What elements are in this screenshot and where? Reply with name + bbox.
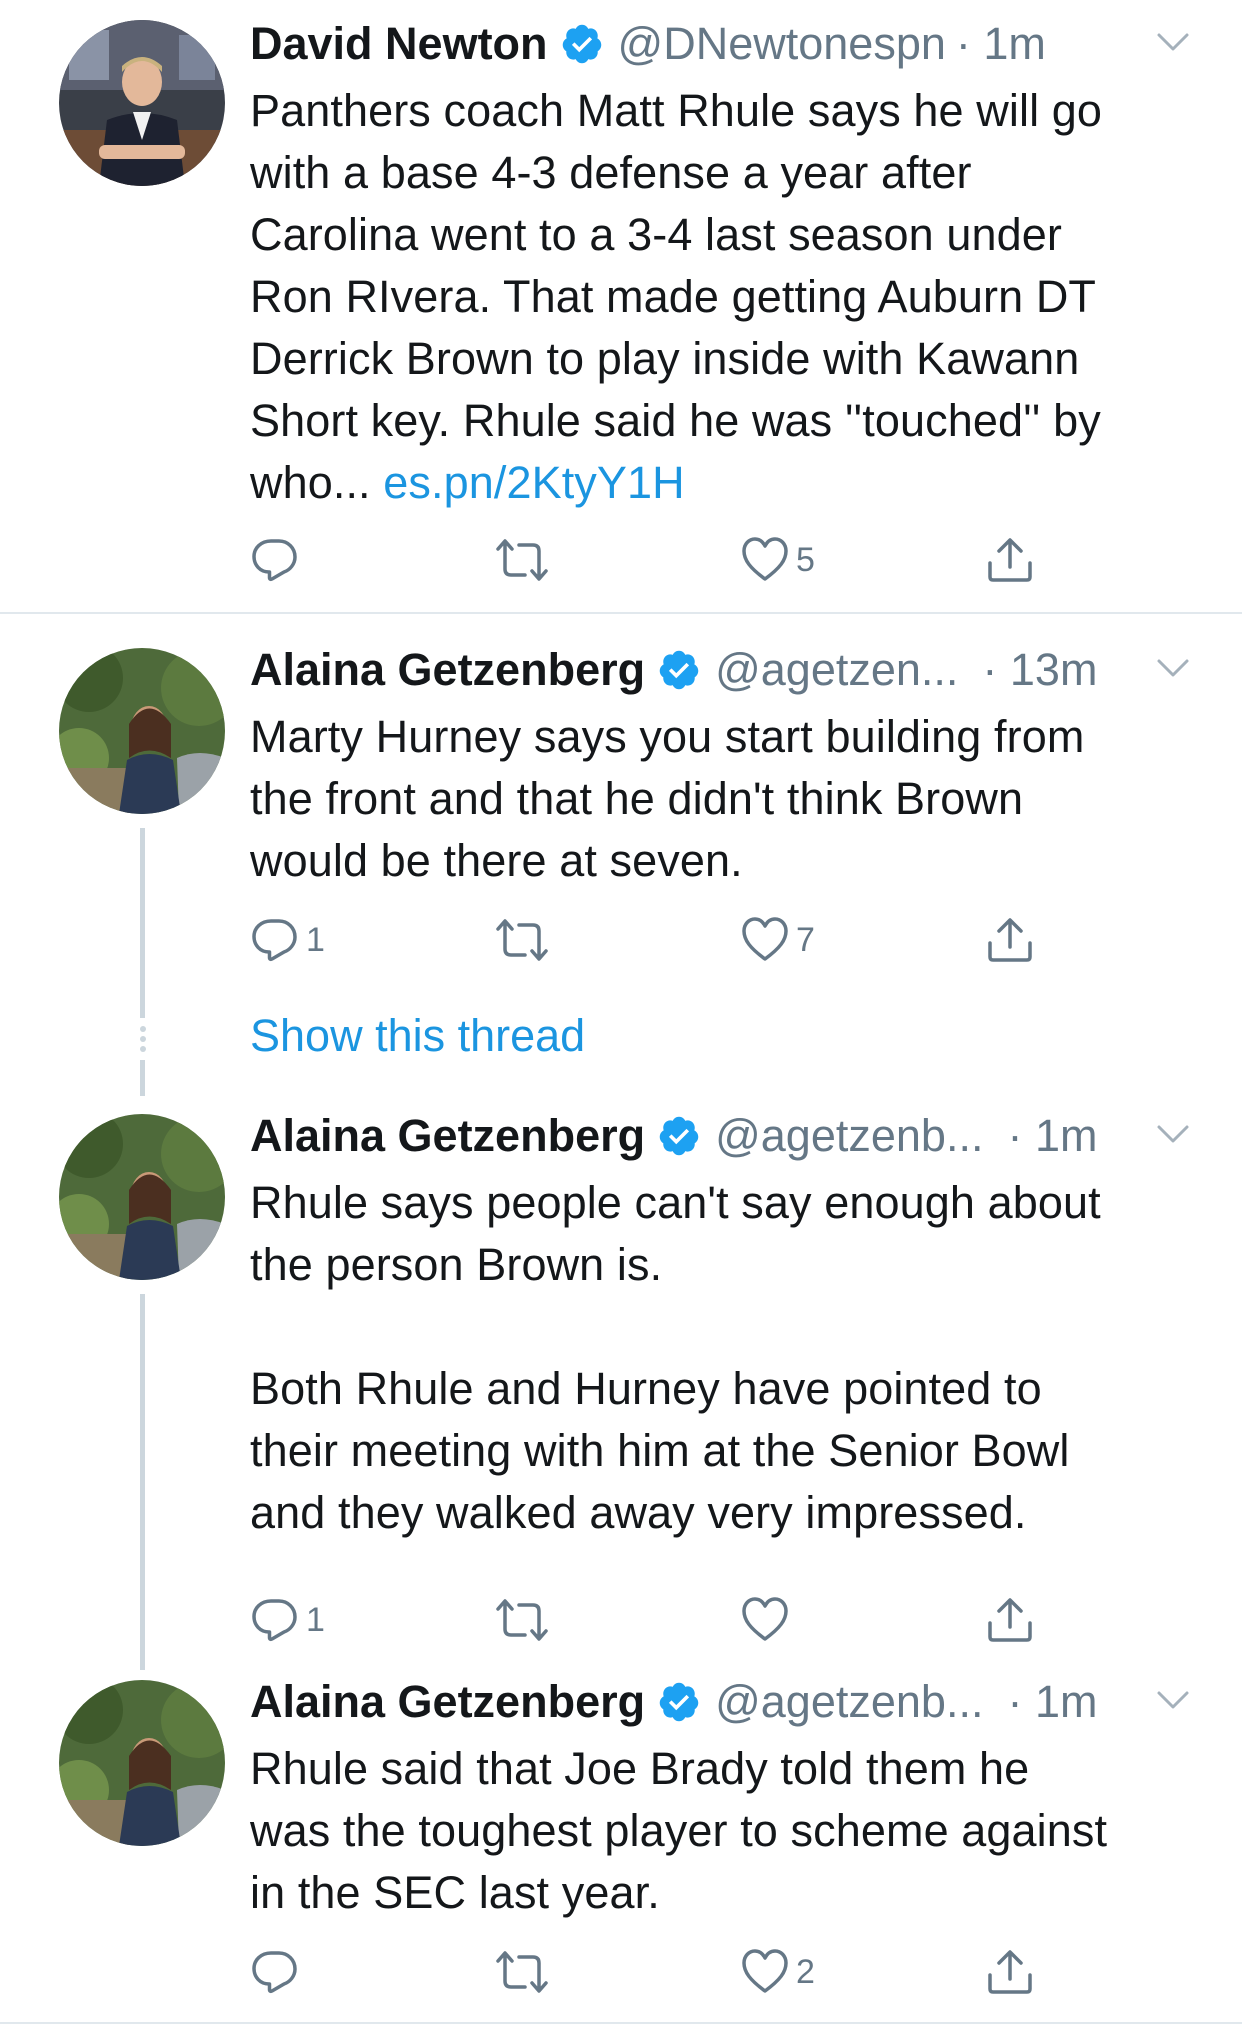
- verified-badge-icon: [657, 1680, 701, 1724]
- verified-badge-icon: [657, 1114, 701, 1158]
- like-button[interactable]: 7: [740, 912, 815, 968]
- share-icon: [985, 535, 1035, 585]
- retweet-button[interactable]: [492, 532, 558, 588]
- verified-badge-icon: [657, 648, 701, 692]
- author-handle: @DNewtonespn: [617, 18, 946, 69]
- reply-button[interactable]: [250, 532, 306, 588]
- chevron-down-icon[interactable]: [1156, 30, 1190, 54]
- like-icon: [740, 1595, 790, 1645]
- divider: [0, 612, 1242, 614]
- chevron-down-icon[interactable]: [1156, 1688, 1190, 1712]
- reply-icon: [250, 1595, 300, 1645]
- tweet-text: Rhule says people can't say enough about…: [250, 1177, 1101, 1538]
- author-handle: @agetzen...: [715, 644, 959, 695]
- tweet-link[interactable]: es.pn/2KtyY1H: [383, 457, 684, 508]
- author-name[interactable]: Alaina Getzenberg: [250, 644, 645, 696]
- tweet-header: Alaina Getzenberg @agetzenb... · 1m: [250, 1674, 1190, 1730]
- share-button[interactable]: [985, 912, 1035, 968]
- avatar[interactable]: [59, 20, 225, 186]
- tweet-text: Marty Hurney says you start building fro…: [250, 711, 1085, 886]
- share-icon: [985, 915, 1035, 965]
- author-handle: @agetzenb...: [715, 1110, 984, 1161]
- tweet-actions: 5: [250, 532, 1100, 588]
- like-button[interactable]: 5: [740, 532, 815, 588]
- like-count: 2: [796, 1952, 815, 1991]
- like-icon: [740, 915, 790, 965]
- like-button[interactable]: 2: [740, 1944, 815, 2000]
- tweet-header: Alaina Getzenberg @agetzenb... · 1m: [250, 1108, 1190, 1164]
- like-icon: [740, 535, 790, 585]
- share-button[interactable]: [985, 532, 1035, 588]
- like-count: 5: [796, 540, 815, 579]
- reply-icon: [250, 535, 300, 585]
- retweet-button[interactable]: [492, 1592, 558, 1648]
- retweet-icon: [492, 915, 552, 965]
- tweet-actions: 1 7: [250, 912, 1100, 968]
- tweet-time: · 1m: [1007, 1676, 1098, 1727]
- tweet-time: · 1m: [1007, 1110, 1098, 1161]
- show-thread-link[interactable]: Show this thread: [250, 1008, 585, 1064]
- tweet-header: Alaina Getzenberg @agetzen... · 13m: [250, 642, 1190, 698]
- reply-button[interactable]: 1: [250, 1592, 325, 1648]
- like-count: 7: [796, 920, 815, 959]
- avatar[interactable]: [59, 648, 225, 814]
- tweet-text: Panthers coach Matt Rhule says he will g…: [250, 85, 1103, 508]
- share-button[interactable]: [985, 1944, 1035, 2000]
- tweet-actions: 1: [250, 1592, 1100, 1648]
- author-handle: @agetzenb...: [715, 1676, 984, 1727]
- reply-count: 1: [306, 1600, 325, 1639]
- share-button[interactable]: [985, 1592, 1035, 1648]
- reply-button[interactable]: 1: [250, 912, 325, 968]
- tweet-time: · 13m: [982, 644, 1098, 695]
- thread-line: [140, 1060, 145, 1096]
- chevron-down-icon[interactable]: [1156, 656, 1190, 680]
- chevron-down-icon[interactable]: [1156, 1122, 1190, 1146]
- like-button[interactable]: [740, 1592, 796, 1648]
- retweet-icon: [492, 535, 552, 585]
- share-icon: [985, 1947, 1035, 1997]
- tweet-actions: 2: [250, 1944, 1100, 2000]
- tweet-time: · 1m: [955, 18, 1046, 69]
- reply-button[interactable]: [250, 1944, 306, 2000]
- like-icon: [740, 1947, 790, 1997]
- reply-count: 1: [306, 920, 325, 959]
- reply-icon: [250, 915, 300, 965]
- divider: [0, 2022, 1242, 2024]
- avatar[interactable]: [59, 1680, 225, 1846]
- retweet-button[interactable]: [492, 912, 558, 968]
- retweet-icon: [492, 1595, 552, 1645]
- reply-icon: [250, 1947, 300, 1997]
- thread-line: [140, 1294, 145, 1670]
- share-icon: [985, 1595, 1035, 1645]
- tweet-header: David Newton @DNewtonespn · 1m: [250, 16, 1190, 72]
- author-name[interactable]: David Newton: [250, 18, 548, 70]
- avatar[interactable]: [59, 1114, 225, 1280]
- retweet-button[interactable]: [492, 1944, 558, 2000]
- thread-dots: [139, 1022, 147, 1056]
- author-name[interactable]: Alaina Getzenberg: [250, 1676, 645, 1728]
- author-name[interactable]: Alaina Getzenberg: [250, 1110, 645, 1162]
- retweet-icon: [492, 1947, 552, 1997]
- tweet-text: Rhule said that Joe Brady told them he w…: [250, 1743, 1108, 1918]
- thread-line: [140, 828, 145, 1018]
- verified-badge-icon: [560, 22, 604, 66]
